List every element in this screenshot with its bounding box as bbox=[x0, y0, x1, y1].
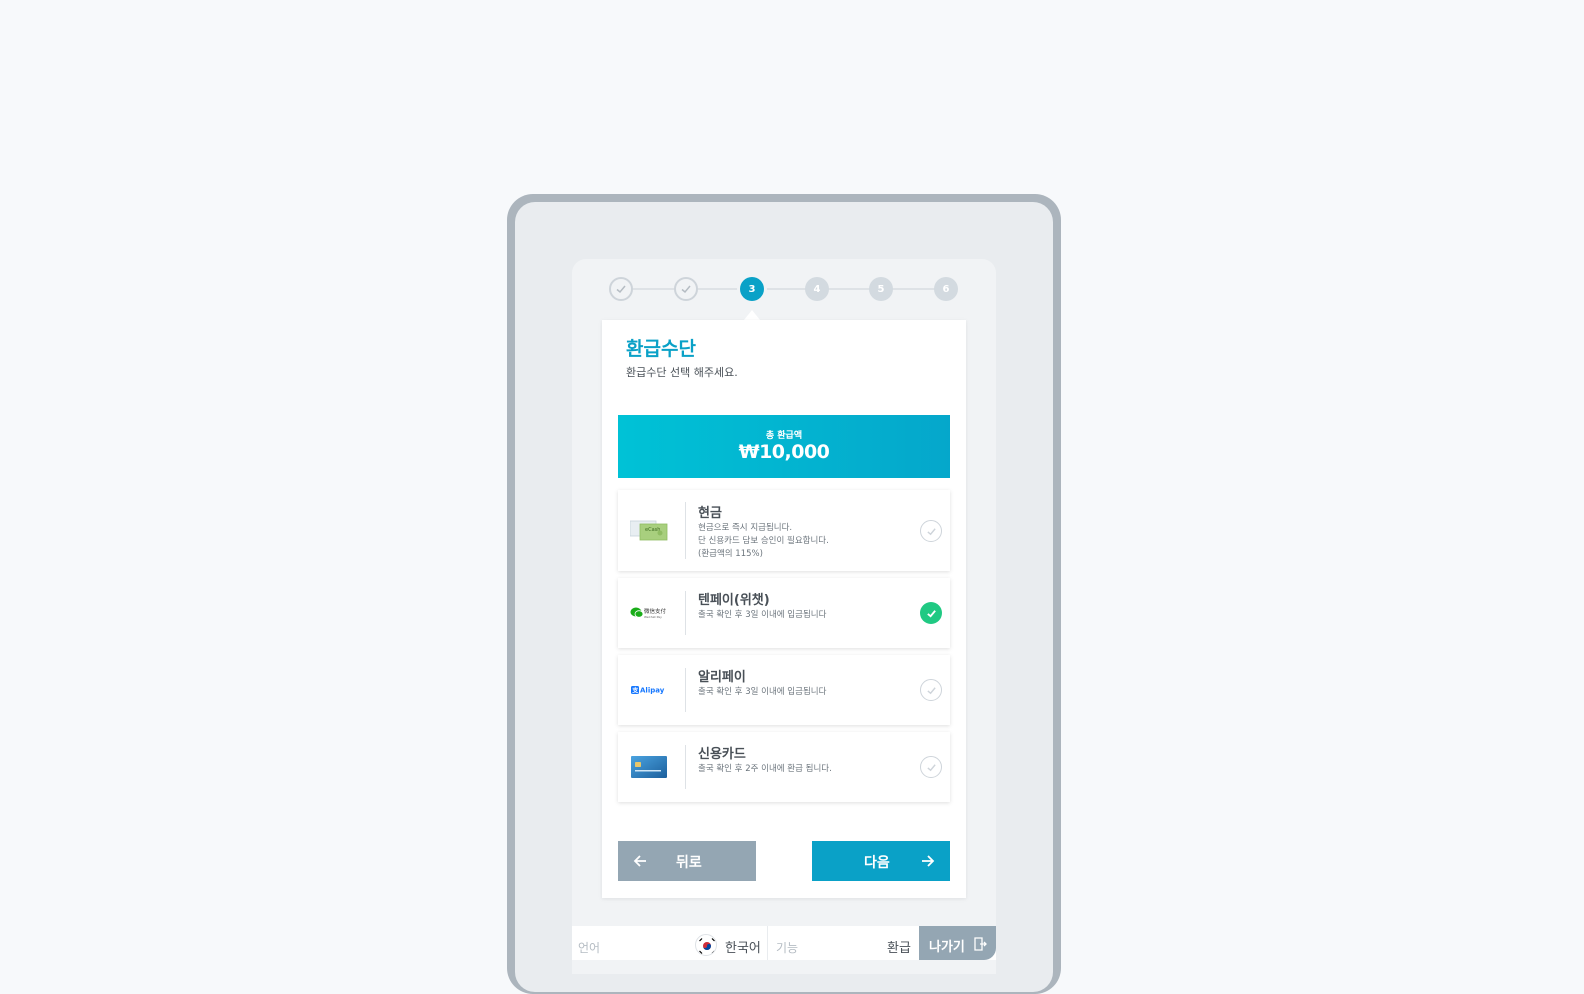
exit-button-label: 나가기 bbox=[929, 940, 965, 955]
checkmark-icon bbox=[926, 609, 936, 618]
svg-text:Alipay: Alipay bbox=[640, 687, 665, 695]
checkmark-icon bbox=[681, 285, 691, 294]
page-subtitle: 환급수단 선택 해주세요. bbox=[626, 366, 738, 379]
step-2-done bbox=[674, 277, 698, 301]
option-name: 텐페이(위챗) bbox=[698, 593, 770, 608]
kiosk-footer: 언어 한국어 기능 환급 나가기 bbox=[572, 926, 996, 960]
page-title: 환급수단 bbox=[626, 338, 696, 360]
function-selector[interactable]: 환급 bbox=[887, 937, 911, 956]
option-description: 출국 확인 후 3일 이내에 입금됩니다 bbox=[698, 610, 827, 620]
svg-text:支: 支 bbox=[631, 687, 639, 695]
option-divider bbox=[685, 745, 686, 789]
cash-icon: eCash bbox=[630, 518, 668, 542]
step-pointer bbox=[744, 310, 760, 320]
checkmark-icon bbox=[926, 527, 936, 535]
language-selector[interactable]: 한국어 bbox=[725, 937, 761, 956]
svg-text:WeChat Pay: WeChat Pay bbox=[644, 615, 662, 619]
option-name: 신용카드 bbox=[698, 747, 746, 762]
option-description: 출국 확인 후 2주 이내에 환급 됩니다. bbox=[698, 764, 832, 774]
option-credit-card[interactable]: 신용카드 출국 확인 후 2주 이내에 환급 됩니다. bbox=[618, 732, 950, 802]
radio-check[interactable] bbox=[920, 520, 942, 542]
step-4: 4 bbox=[805, 277, 829, 301]
step-1-done bbox=[609, 277, 633, 301]
language-label: 언어 bbox=[578, 941, 601, 955]
credit-card-icon bbox=[630, 755, 668, 779]
function-label: 기능 bbox=[776, 941, 799, 955]
option-description-line: (환급액의 115%) bbox=[698, 549, 763, 559]
option-cash[interactable]: eCash 현금 현금으로 즉시 지급됩니다. 단 신용카드 담보 승인이 필요… bbox=[618, 490, 950, 571]
next-button[interactable]: 다음 bbox=[812, 841, 950, 881]
option-description: 출국 확인 후 3일 이내에 입금됩니다 bbox=[698, 687, 827, 697]
arrow-left-icon bbox=[633, 855, 646, 867]
alipay-icon: 支 Alipay bbox=[630, 678, 668, 702]
svg-text:微信支付: 微信支付 bbox=[644, 607, 667, 615]
option-description: 현금으로 즉시 지급됩니다. 단 신용카드 담보 승인이 필요합니다. (환급액… bbox=[698, 522, 829, 561]
wechat-pay-icon: 微信支付 WeChat Pay bbox=[630, 601, 668, 625]
back-button[interactable]: 뒤로 bbox=[618, 841, 756, 881]
total-refund-amount: ₩10,000 bbox=[738, 441, 830, 463]
checkmark-icon bbox=[926, 686, 936, 694]
option-name: 알리페이 bbox=[698, 670, 746, 685]
option-description-line: 단 신용카드 담보 승인이 필요합니다. bbox=[698, 536, 829, 546]
checkmark-icon bbox=[926, 763, 936, 771]
exit-door-icon bbox=[974, 937, 987, 951]
total-refund-banner: 총 환급액 ₩10,000 bbox=[618, 415, 950, 478]
option-divider bbox=[685, 668, 686, 712]
step-5: 5 bbox=[869, 277, 893, 301]
korea-flag-icon[interactable] bbox=[695, 934, 717, 956]
option-name: 현금 bbox=[698, 506, 722, 521]
option-divider bbox=[685, 591, 686, 635]
checkmark-icon bbox=[616, 285, 626, 294]
total-refund-label: 총 환급액 bbox=[765, 431, 803, 441]
radio-check[interactable] bbox=[920, 756, 942, 778]
step-6: 6 bbox=[934, 277, 958, 301]
next-button-label: 다음 bbox=[864, 855, 890, 871]
arrow-right-icon bbox=[922, 855, 935, 867]
footer-divider bbox=[767, 926, 768, 960]
exit-button[interactable]: 나가기 bbox=[919, 926, 996, 960]
back-button-label: 뒤로 bbox=[676, 855, 702, 871]
option-wechat-pay[interactable]: 微信支付 WeChat Pay 텐페이(위챗) 출국 확인 후 3일 이내에 입… bbox=[618, 578, 950, 648]
radio-check-selected[interactable] bbox=[920, 602, 942, 624]
option-alipay[interactable]: 支 Alipay 알리페이 출국 확인 후 3일 이내에 입금됩니다 bbox=[618, 655, 950, 725]
radio-check[interactable] bbox=[920, 679, 942, 701]
option-divider bbox=[685, 502, 686, 559]
option-description-line: 현금으로 즉시 지급됩니다. bbox=[698, 523, 793, 533]
step-3-active: 3 bbox=[740, 277, 764, 301]
stepper-line bbox=[621, 288, 946, 290]
